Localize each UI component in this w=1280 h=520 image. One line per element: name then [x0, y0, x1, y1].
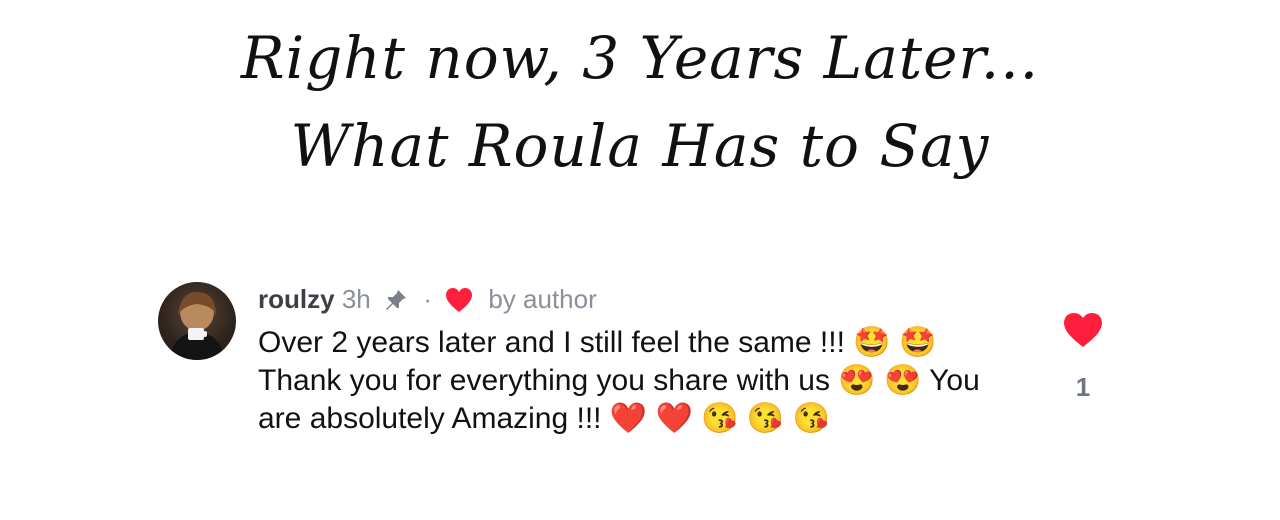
pin-icon: [384, 288, 408, 312]
meta-separator: ·: [423, 284, 432, 314]
heading-line-2: What Roula Has to Say: [290, 112, 990, 180]
page-heading: Right now, 3 Years Later... What Roula H…: [0, 14, 1280, 190]
comment-text: Over 2 years later and I still feel the …: [258, 326, 980, 435]
liked-by-author-label: by author: [488, 284, 597, 314]
author-liked-heart-icon: [445, 287, 473, 313]
comment-meta: roulzy 3h · by author: [258, 284, 597, 314]
avatar-photo-icon: [170, 292, 224, 360]
like-count: 1: [1075, 372, 1091, 402]
avatar[interactable]: [158, 282, 236, 360]
comment-item: roulzy 3h · by author Over 2 years later…: [158, 280, 1158, 500]
comment-username[interactable]: roulzy: [258, 284, 335, 314]
comment-time: 3h: [341, 284, 371, 314]
like-heart-icon[interactable]: [1063, 312, 1103, 348]
heading-line-1: Right now, 3 Years Later...: [240, 24, 1040, 92]
